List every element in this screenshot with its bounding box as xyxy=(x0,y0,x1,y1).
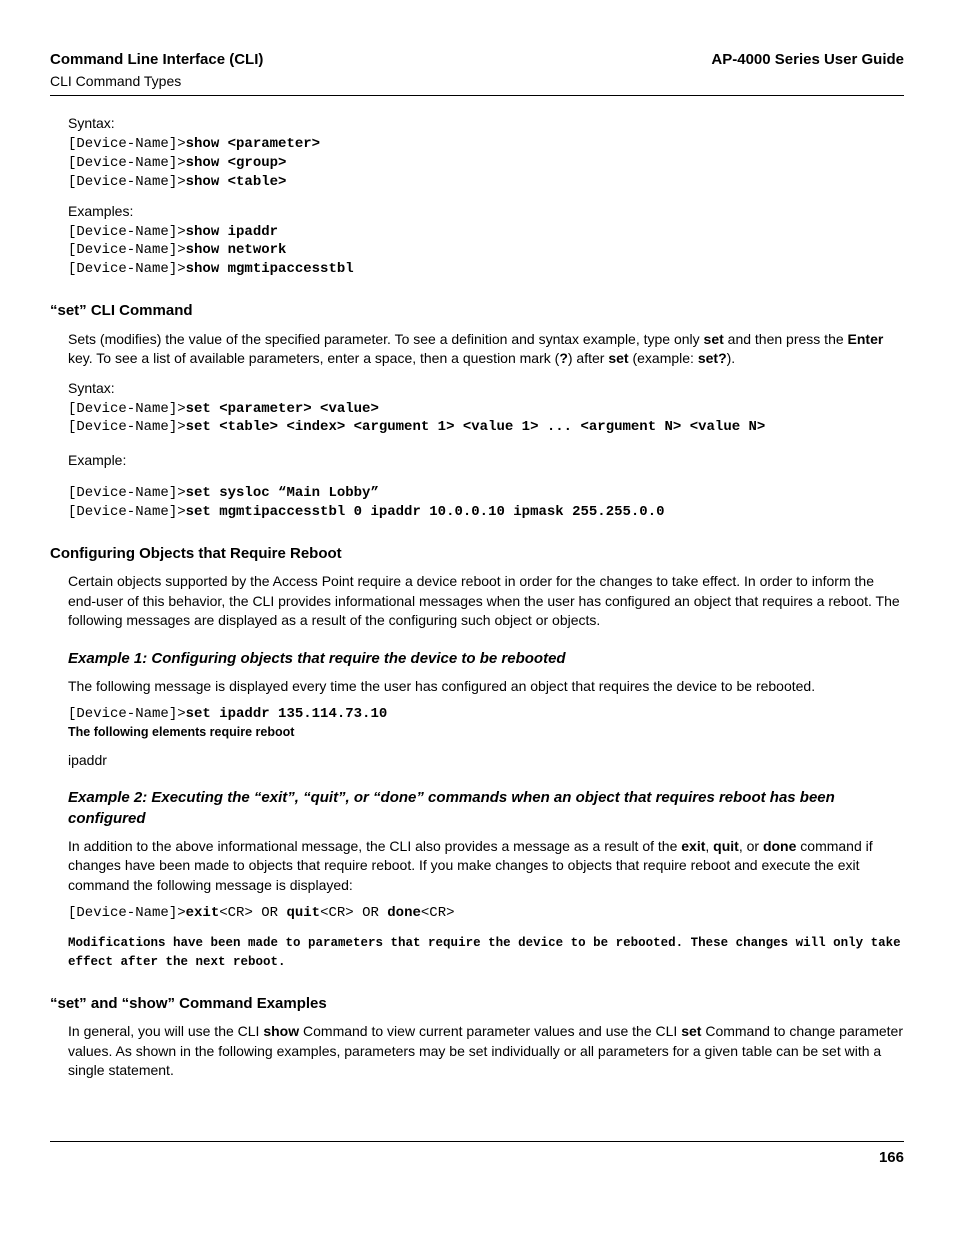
text: Enter xyxy=(848,331,884,347)
header-right: AP-4000 Series User Guide xyxy=(711,50,904,70)
header-title: Command Line Interface (CLI) xyxy=(50,50,263,70)
text: Sets (modifies) the value of the specifi… xyxy=(68,331,704,347)
text: set xyxy=(704,331,724,347)
text: (example: xyxy=(629,350,698,366)
page-number: 166 xyxy=(879,1149,904,1166)
example1-ipaddr: ipaddr xyxy=(68,751,904,771)
example1-para: The following message is displayed every… xyxy=(68,677,904,697)
code-text: exit xyxy=(186,905,220,921)
example2-code: [Device-Name]>exit<CR> OR quit<CR> OR do… xyxy=(68,904,904,923)
text: ) after xyxy=(568,350,608,366)
code-text: <CR> OR xyxy=(219,905,286,921)
code-text: set <table> <index> <argument 1> <value … xyxy=(186,419,766,435)
syntax-label: Syntax: xyxy=(68,379,904,398)
text: and then press the xyxy=(724,331,848,347)
example-label: Example: xyxy=(68,451,904,470)
reboot-heading: Configuring Objects that Require Reboot xyxy=(50,544,904,564)
page-header: Command Line Interface (CLI) CLI Command… xyxy=(50,50,904,96)
code-text: set mgmtipaccesstbl 0 ipaddr 10.0.0.10 i… xyxy=(186,504,665,520)
code-text: [Device-Name]> xyxy=(68,706,186,722)
code-text: [Device-Name]> xyxy=(68,905,186,921)
code-text: show <group> xyxy=(186,155,287,171)
text: done xyxy=(763,838,796,854)
text: , or xyxy=(739,838,763,854)
code-text: set sysloc “Main Lobby” xyxy=(186,485,379,501)
example1-message: The following elements require reboot xyxy=(68,724,904,741)
code-text: [Device-Name]> xyxy=(68,136,186,152)
code-text: show <parameter> xyxy=(186,136,320,152)
example1-code: [Device-Name]>set ipaddr 135.114.73.10 xyxy=(68,705,904,724)
text: In addition to the above informational m… xyxy=(68,838,681,854)
reboot-para: Certain objects supported by the Access … xyxy=(68,572,904,631)
code-text: [Device-Name]> xyxy=(68,485,186,501)
code-text: <CR> xyxy=(421,905,455,921)
main-content: Syntax: [Device-Name]>show <parameter> [… xyxy=(50,114,904,1081)
text: In general, you will use the CLI xyxy=(68,1023,263,1039)
code-text: [Device-Name]> xyxy=(68,504,186,520)
examples-block: [Device-Name]>show ipaddr [Device-Name]>… xyxy=(68,223,904,280)
code-text: show <table> xyxy=(186,174,287,190)
code-text: show network xyxy=(186,242,287,258)
syntax-block: [Device-Name]>set <parameter> <value> [D… xyxy=(68,400,904,438)
code-text: [Device-Name]> xyxy=(68,242,186,258)
code-text: [Device-Name]> xyxy=(68,419,186,435)
text: ). xyxy=(727,350,736,366)
code-text: show ipaddr xyxy=(186,224,278,240)
example-block: [Device-Name]>set sysloc “Main Lobby” [D… xyxy=(68,484,904,522)
code-text: [Device-Name]> xyxy=(68,155,186,171)
text: quit xyxy=(713,838,739,854)
text: set? xyxy=(698,350,727,366)
page-footer: 166 xyxy=(50,1141,904,1168)
code-text: [Device-Name]> xyxy=(68,174,186,190)
setshow-para: In general, you will use the CLI show Co… xyxy=(68,1022,904,1081)
text: , xyxy=(705,838,713,854)
code-text: set ipaddr 135.114.73.10 xyxy=(186,706,388,722)
example2-para: In addition to the above informational m… xyxy=(68,837,904,896)
text: ? xyxy=(559,350,568,366)
syntax-label: Syntax: xyxy=(68,114,904,133)
text: Command to view current parameter values… xyxy=(299,1023,681,1039)
header-subtitle: CLI Command Types xyxy=(50,72,263,91)
code-text: <CR> OR xyxy=(320,905,387,921)
code-text: [Device-Name]> xyxy=(68,261,186,277)
example2-message: Modifications have been made to paramete… xyxy=(68,934,904,972)
example1-heading: Example 1: Configuring objects that requ… xyxy=(68,649,904,669)
example2-heading: Example 2: Executing the “exit”, “quit”,… xyxy=(68,788,904,829)
set-command-para: Sets (modifies) the value of the specifi… xyxy=(68,330,904,369)
text: set xyxy=(608,350,628,366)
text: key. To see a list of available paramete… xyxy=(68,350,559,366)
examples-label: Examples: xyxy=(68,202,904,221)
code-text: show mgmtipaccesstbl xyxy=(186,261,354,277)
syntax-block: [Device-Name]>show <parameter> [Device-N… xyxy=(68,135,904,192)
code-text: done xyxy=(387,905,421,921)
code-text: set <parameter> <value> xyxy=(186,401,379,417)
text: set xyxy=(681,1023,701,1039)
code-text: [Device-Name]> xyxy=(68,401,186,417)
text: show xyxy=(263,1023,299,1039)
code-text: [Device-Name]> xyxy=(68,224,186,240)
setshow-heading: “set” and “show” Command Examples xyxy=(50,994,904,1014)
text: exit xyxy=(681,838,705,854)
code-text: quit xyxy=(286,905,320,921)
set-command-heading: “set” CLI Command xyxy=(50,301,904,321)
header-left: Command Line Interface (CLI) CLI Command… xyxy=(50,50,263,91)
